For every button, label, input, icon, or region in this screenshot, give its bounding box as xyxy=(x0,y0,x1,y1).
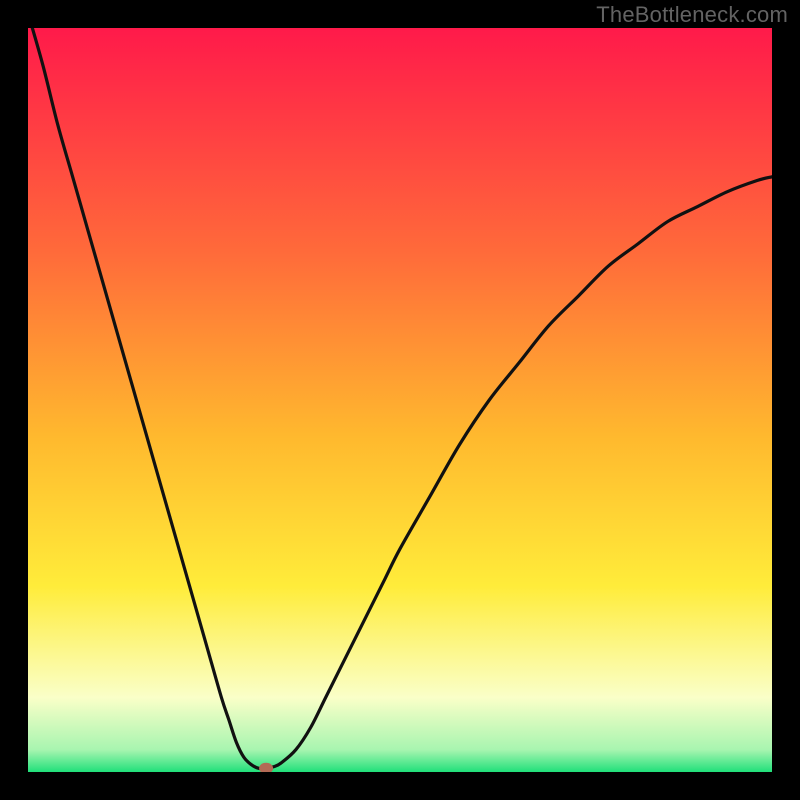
bottleneck-chart xyxy=(28,28,772,772)
plot-area xyxy=(28,28,772,772)
watermark: TheBottleneck.com xyxy=(596,2,788,28)
chart-background xyxy=(28,28,772,772)
chart-frame: TheBottleneck.com xyxy=(0,0,800,800)
